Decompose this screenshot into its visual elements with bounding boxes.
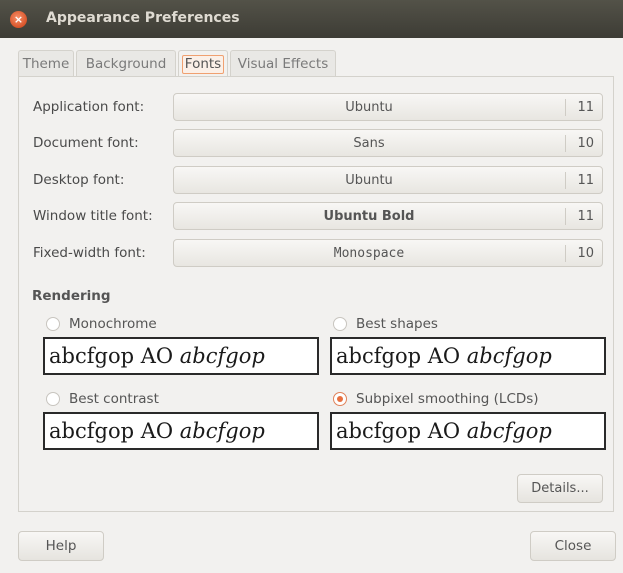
document-font-row: Document font: Sans 10: [33, 129, 605, 157]
preview-regular-text: abcfgop AO: [49, 419, 180, 443]
monochrome-preview[interactable]: abcfgop AO abcfgop: [43, 337, 319, 375]
window-title-font-name: Ubuntu Bold: [323, 209, 415, 224]
application-font-name: Ubuntu: [345, 100, 393, 115]
desktop-font-size: 11: [577, 173, 594, 188]
tab-visual-effects[interactable]: Visual Effects: [230, 50, 336, 77]
document-font-label: Document font:: [33, 135, 139, 151]
best-contrast-preview[interactable]: abcfgop AO abcfgop: [43, 412, 319, 450]
separator: [565, 135, 566, 152]
preview-regular-text: abcfgop AO: [336, 344, 467, 368]
title-bar: × Appearance Preferences: [0, 0, 623, 38]
application-font-button[interactable]: Ubuntu 11: [173, 93, 603, 121]
fonts-panel: Application font: Ubuntu 11 Document fon…: [18, 76, 614, 512]
preview-regular-text: abcfgop AO: [49, 344, 180, 368]
details-button[interactable]: Details...: [517, 474, 603, 503]
separator: [565, 99, 566, 116]
preview-italic-text: abcfgop: [179, 344, 265, 368]
document-font-size: 10: [577, 136, 594, 151]
fixed-width-font-size: 10: [577, 246, 594, 261]
best-shapes-radio[interactable]: [333, 317, 347, 331]
application-font-row: Application font: Ubuntu 11: [33, 93, 605, 121]
best-contrast-radio[interactable]: [46, 392, 60, 406]
rendering-heading: Rendering: [32, 288, 111, 304]
best-shapes-label: Best shapes: [356, 316, 438, 332]
separator: [565, 208, 566, 225]
subpixel-preview[interactable]: abcfgop AO abcfgop: [330, 412, 606, 450]
application-font-size: 11: [577, 100, 594, 115]
help-button[interactable]: Help: [18, 531, 104, 561]
window-title-font-button[interactable]: Ubuntu Bold 11: [173, 202, 603, 230]
tab-background[interactable]: Background: [76, 50, 176, 77]
close-button[interactable]: Close: [530, 531, 616, 561]
separator: [565, 245, 566, 262]
desktop-font-name: Ubuntu: [345, 173, 393, 188]
desktop-font-label: Desktop font:: [33, 172, 125, 188]
document-font-button[interactable]: Sans 10: [173, 129, 603, 157]
preview-italic-text: abcfgop: [179, 419, 265, 443]
desktop-font-row: Desktop font: Ubuntu 11: [33, 166, 605, 194]
fixed-width-font-name: Monospace: [333, 246, 405, 261]
document-font-name: Sans: [353, 136, 385, 151]
separator: [565, 172, 566, 189]
monochrome-radio[interactable]: [46, 317, 60, 331]
best-contrast-label: Best contrast: [69, 391, 159, 407]
tab-fonts[interactable]: Fonts: [178, 50, 228, 78]
fixed-width-font-label: Fixed-width font:: [33, 245, 146, 261]
window-title: Appearance Preferences: [46, 10, 240, 26]
close-window-icon[interactable]: ×: [10, 11, 27, 28]
preview-italic-text: abcfgop: [466, 344, 552, 368]
subpixel-radio[interactable]: [333, 392, 347, 406]
preview-regular-text: abcfgop AO: [336, 419, 467, 443]
tab-theme[interactable]: Theme: [18, 50, 74, 77]
window-title-font-size: 11: [577, 209, 594, 224]
tab-fonts-label: Fonts: [181, 55, 225, 74]
subpixel-label: Subpixel smoothing (LCDs): [356, 391, 539, 407]
window-title-font-label: Window title font:: [33, 208, 153, 224]
fixed-width-font-row: Fixed-width font: Monospace 10: [33, 239, 605, 267]
appearance-preferences-window: × Appearance Preferences Theme Backgroun…: [0, 0, 623, 573]
monochrome-label: Monochrome: [69, 316, 157, 332]
application-font-label: Application font:: [33, 99, 145, 115]
best-shapes-preview[interactable]: abcfgop AO abcfgop: [330, 337, 606, 375]
window-title-font-row: Window title font: Ubuntu Bold 11: [33, 202, 605, 230]
desktop-font-button[interactable]: Ubuntu 11: [173, 166, 603, 194]
fixed-width-font-button[interactable]: Monospace 10: [173, 239, 603, 267]
preview-italic-text: abcfgop: [466, 419, 552, 443]
